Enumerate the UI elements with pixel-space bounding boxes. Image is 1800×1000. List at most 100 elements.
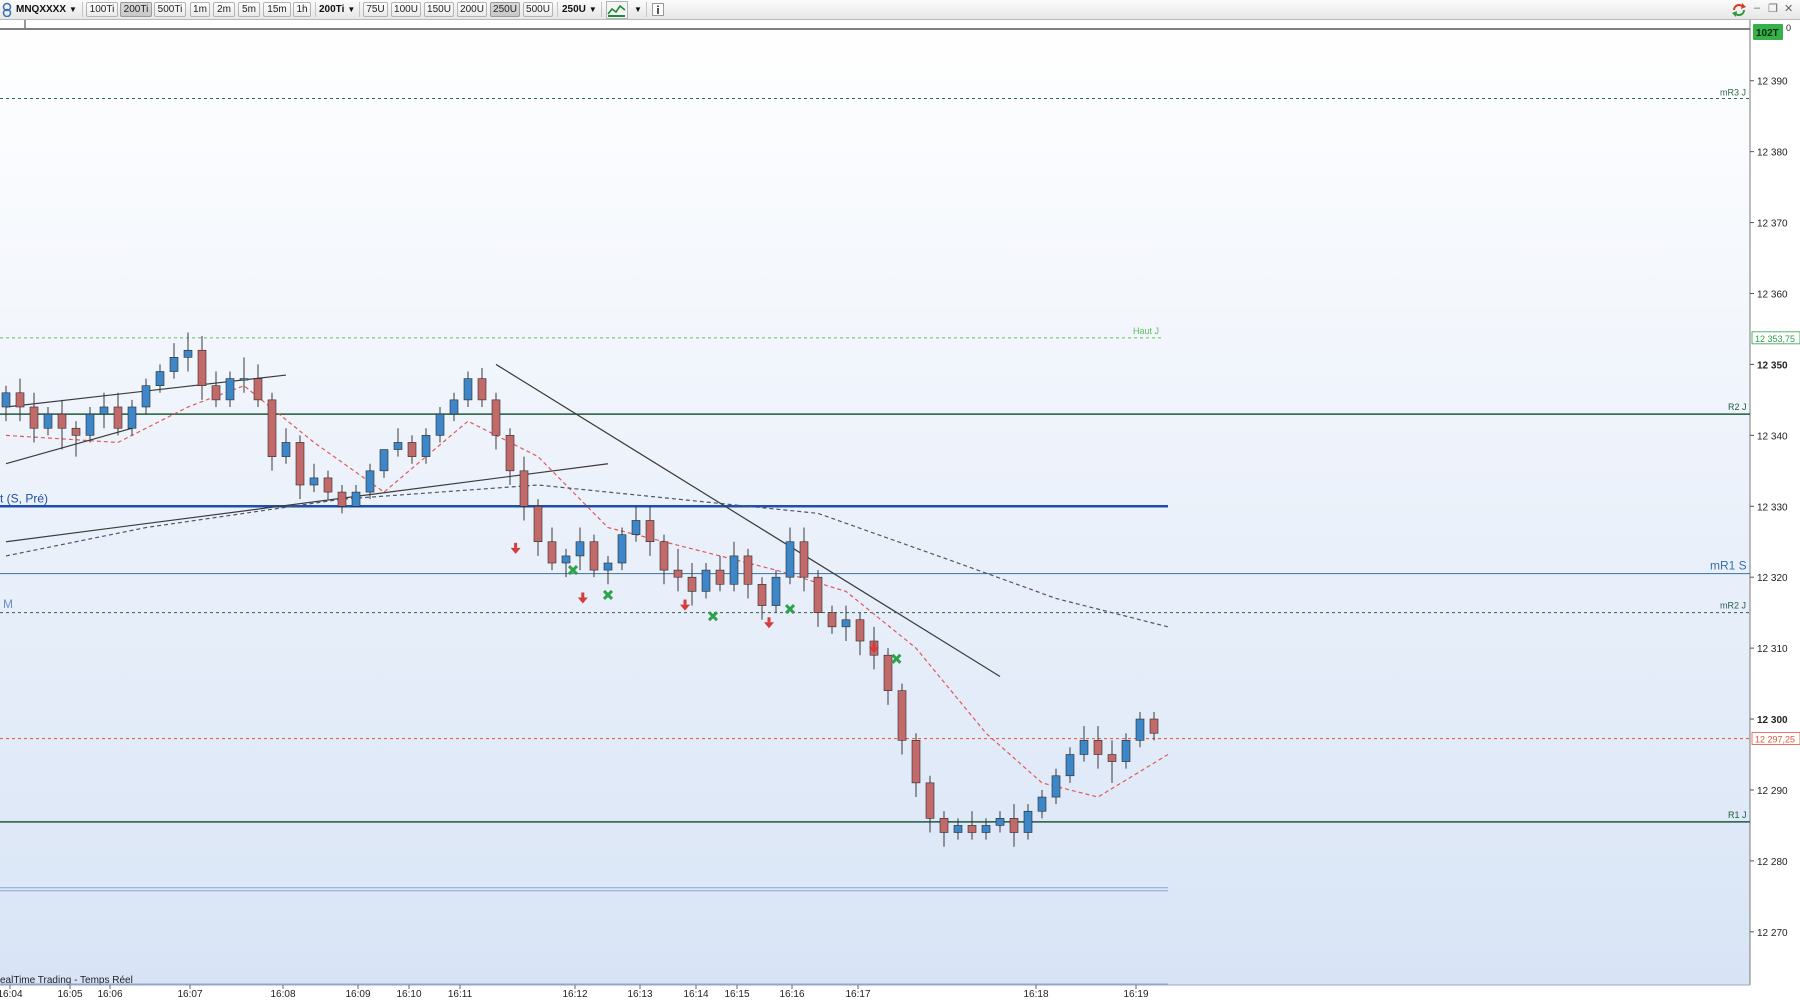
tick-counter-label: 102T <box>1756 28 1779 39</box>
price-tick-label: 12 270 <box>1757 928 1788 939</box>
candle-body <box>197 349 207 387</box>
candle-body <box>253 378 263 401</box>
candle-body <box>183 349 193 358</box>
price-tick-label: 12 360 <box>1757 290 1788 301</box>
price-tick-label: 12 330 <box>1757 502 1788 513</box>
candle-body <box>491 399 501 436</box>
candle-body <box>519 470 529 507</box>
candle-body <box>1121 740 1131 762</box>
candle-body <box>337 491 347 507</box>
candle-body <box>505 435 515 472</box>
candle-body <box>1 392 11 408</box>
candle-body <box>757 583 767 606</box>
candle-body <box>883 654 893 691</box>
candle-body <box>85 413 95 436</box>
time-tick-label: 16:19 <box>1123 989 1148 1000</box>
candle-body <box>897 690 907 741</box>
candle-body <box>15 392 25 408</box>
candle-body <box>771 576 781 606</box>
level-label-r1-j: R1 J <box>1728 810 1747 820</box>
price-tick-label: 12 370 <box>1757 219 1788 230</box>
candle-body <box>1023 810 1033 833</box>
candle-body <box>365 470 375 493</box>
level-label-r2-j: R2 J <box>1728 402 1747 412</box>
candle-body <box>169 357 179 372</box>
time-tick-label: 16:06 <box>97 989 122 1000</box>
price-tick-label: 12 320 <box>1757 573 1788 584</box>
candle-body <box>309 477 319 486</box>
candle-body <box>645 520 655 543</box>
candle-body <box>659 541 669 571</box>
candle-body <box>211 385 221 401</box>
time-tick-label: 16:10 <box>396 989 421 1000</box>
candle-body <box>407 442 417 457</box>
candle-body <box>575 541 585 557</box>
time-tick-label: 16:18 <box>1023 989 1048 1000</box>
price-tick-label: 12 290 <box>1757 786 1788 797</box>
candle-body <box>841 619 851 628</box>
candle-body <box>603 562 613 571</box>
candle-body <box>267 399 277 457</box>
time-tick-label: 16:14 <box>683 989 708 1000</box>
level-label-mr2-j: mR2 J <box>1720 601 1746 611</box>
candle-body <box>1093 740 1103 755</box>
candle-body <box>1037 796 1047 812</box>
candle-body <box>1149 718 1159 734</box>
price-tick-label: 12 340 <box>1757 431 1788 442</box>
time-tick-label: 16:07 <box>177 989 202 1000</box>
time-tick-label: 16:05 <box>57 989 82 1000</box>
candle-body <box>617 534 627 564</box>
candle-body <box>701 569 711 592</box>
candle-body <box>379 449 389 472</box>
candle-body <box>393 442 403 450</box>
candle-body <box>533 505 543 543</box>
price-tick-label: 12 300 <box>1757 715 1788 726</box>
time-tick-label: 16:17 <box>845 989 870 1000</box>
level-label-m: M <box>3 597 13 611</box>
price-tick-label: 12 310 <box>1757 644 1788 655</box>
price-tag: 12 297,25 <box>1751 732 1800 745</box>
candle-body <box>155 371 165 387</box>
candle-body <box>477 378 487 401</box>
candle-body <box>141 385 151 408</box>
candle-body <box>295 442 305 486</box>
tick-counter-badge: 102T <box>1753 24 1783 40</box>
price-tick-label: 12 380 <box>1757 148 1788 159</box>
candle-body <box>715 569 725 585</box>
candle-body <box>351 491 361 507</box>
time-tick-label: 16:13 <box>627 989 652 1000</box>
candle-body <box>547 541 557 564</box>
candle-body <box>785 541 795 578</box>
candle-body <box>799 541 809 578</box>
time-tick-label: 16:04 <box>0 989 23 1000</box>
candle-body <box>673 569 683 578</box>
candle-body <box>449 399 459 415</box>
price-chart[interactable]: mR3 J Haut J R2 J t (S, Pré) mR1 S mR2 J M R1 J… <box>0 0 1800 1000</box>
candle-body <box>995 818 1005 826</box>
candle-body <box>463 378 473 401</box>
time-tick-label: 16:15 <box>724 989 749 1000</box>
candle-body <box>981 825 991 833</box>
candle-body <box>925 782 935 819</box>
axis-corner-label: 0 <box>1786 23 1791 33</box>
candle-body <box>1107 754 1117 762</box>
candle-body <box>911 740 921 784</box>
chart-background <box>0 20 1750 985</box>
level-label-mr3-j: mR3 J <box>1720 87 1746 97</box>
candle-body <box>1135 718 1145 741</box>
price-tick-label: 12 350 <box>1757 360 1788 371</box>
candle-body <box>561 555 571 564</box>
candle-body <box>953 825 963 833</box>
candle-body <box>71 427 81 436</box>
price-tag: 12 353,75 <box>1751 331 1800 345</box>
price-tick-label: 12 280 <box>1757 857 1788 868</box>
candle-body <box>29 406 39 429</box>
time-tick-label: 16:16 <box>779 989 804 1000</box>
candle-body <box>1079 740 1089 755</box>
level-label-haut-j: Haut J <box>1133 326 1159 336</box>
candle-body <box>967 825 977 833</box>
time-tick-label: 16:08 <box>270 989 295 1000</box>
candle-body <box>813 576 823 613</box>
candle-body <box>323 477 333 493</box>
candle-body <box>827 612 837 628</box>
